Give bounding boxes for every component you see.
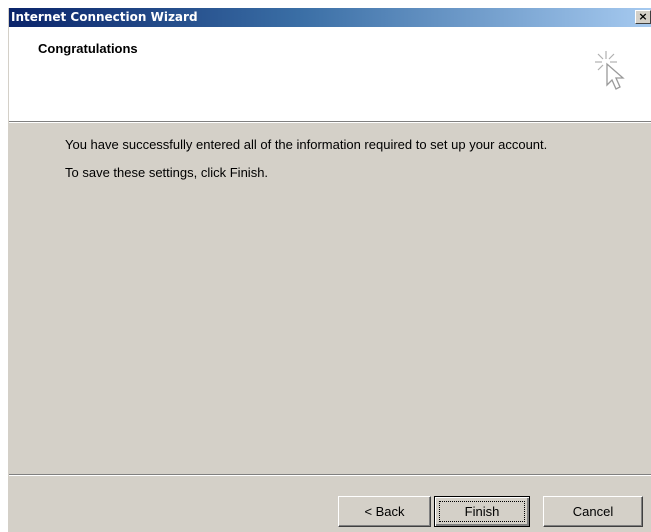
header-separator [9,121,651,123]
close-button[interactable]: × [635,10,651,24]
cancel-button[interactable]: Cancel [543,496,643,527]
title-bar[interactable]: Internet Connection Wizard × [9,8,651,27]
window-title: Internet Connection Wizard [11,10,198,24]
instruction-text: To save these settings, click Finish. [65,165,269,180]
wizard-window: Internet Connection Wizard × Congratulat… [8,8,651,532]
footer-separator [9,474,651,476]
success-message: You have successfully entered all of the… [65,137,548,152]
back-button[interactable]: < Back [338,496,431,527]
wizard-cursor-sparkle-icon [595,51,625,90]
close-icon: × [638,10,648,23]
finish-button-label: Finish [439,501,525,522]
wizard-header: Congratulations [9,27,651,121]
finish-button[interactable]: Finish [434,496,530,527]
page-title: Congratulations [38,41,138,56]
